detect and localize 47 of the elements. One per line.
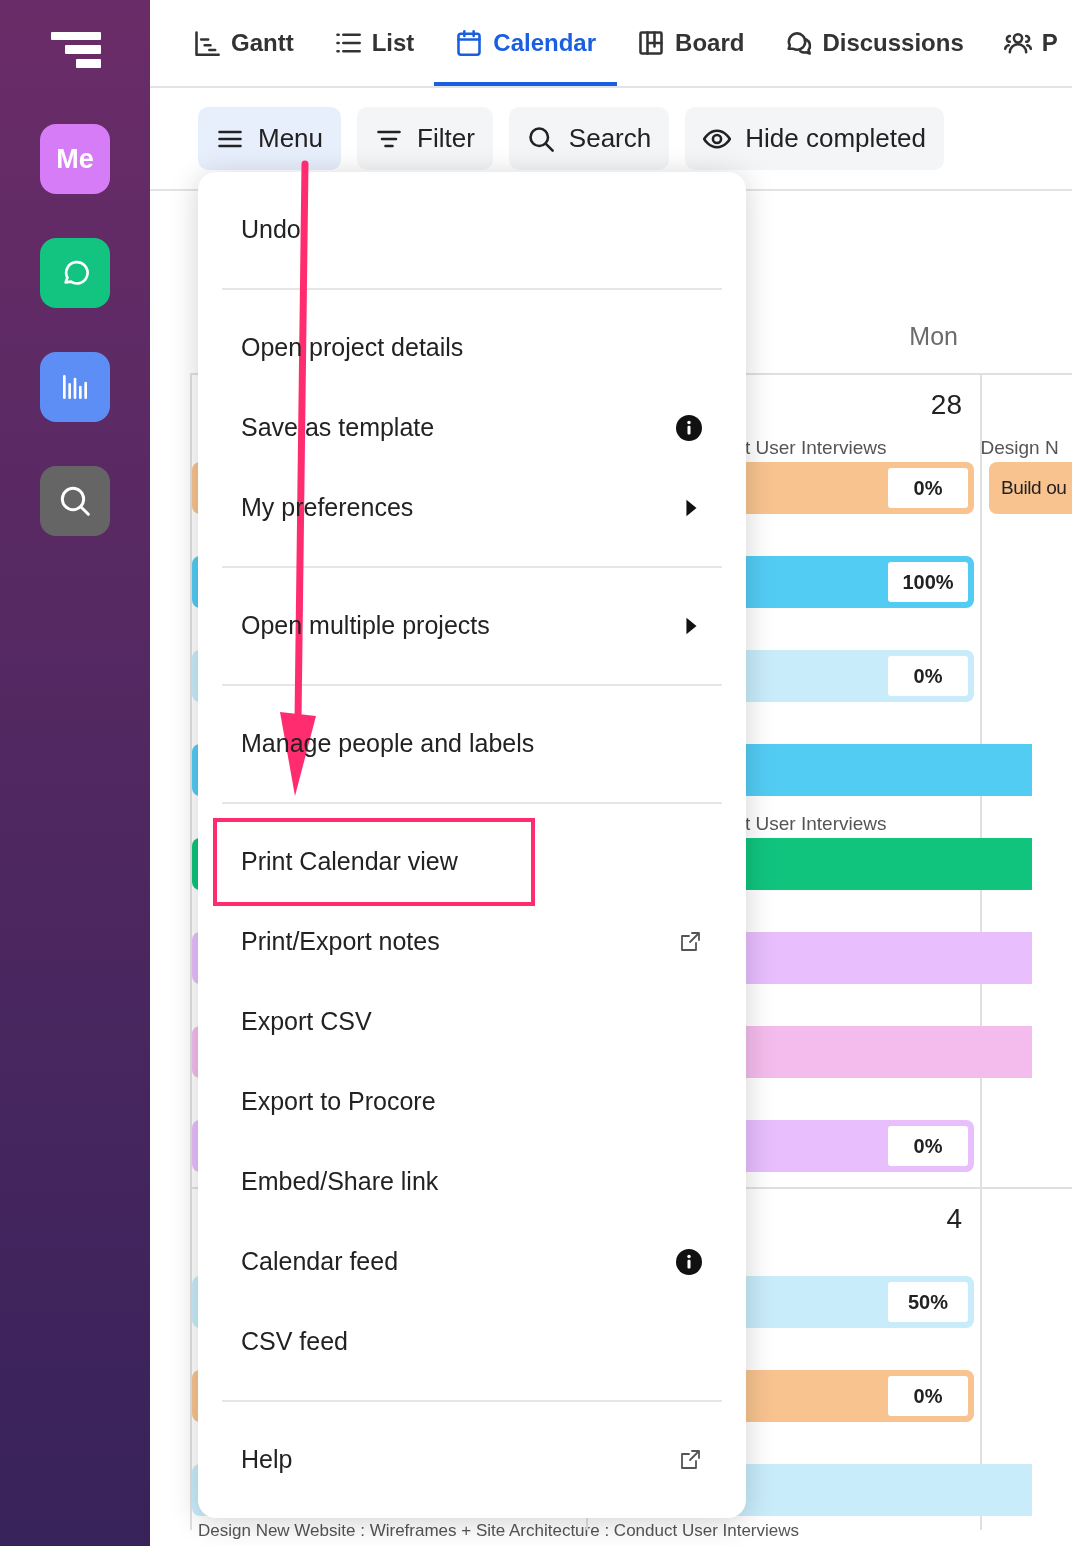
toolbar-button[interactable]: Hide completed	[685, 107, 944, 170]
menu-item[interactable]: Help	[222, 1420, 722, 1500]
toolbar-button[interactable]: Search	[508, 107, 670, 170]
day-number: 4	[945, 1201, 962, 1236]
view-tab[interactable]: List	[313, 0, 435, 86]
percent-label: 0%	[888, 1126, 968, 1166]
external-link-icon	[678, 930, 702, 954]
toolbar-button[interactable]: Menu	[198, 107, 342, 170]
percent-label: 0%	[888, 656, 968, 696]
search-icon	[526, 124, 555, 153]
percent-label: 100%	[888, 562, 968, 602]
event-bar[interactable]: Build ou	[989, 462, 1072, 514]
search-button[interactable]	[40, 466, 110, 536]
logo-icon[interactable]	[50, 32, 101, 68]
menu-item[interactable]: CSV feed	[222, 1302, 368, 1382]
view-tab[interactable]: Calendar	[434, 0, 618, 86]
toolbar-button[interactable]: Filter	[357, 107, 493, 170]
reports-button[interactable]	[40, 352, 110, 422]
view-tab[interactable]: Discussions	[764, 0, 984, 86]
day-header: Mon	[908, 321, 958, 353]
external-link-icon	[678, 1448, 702, 1472]
menu-item[interactable]: Export CSV	[222, 982, 392, 1062]
calendar-icon	[455, 28, 484, 57]
event-label: t User Interviews	[745, 436, 887, 460]
event-label: Design N	[980, 436, 1059, 460]
view-tab[interactable]: Board	[617, 0, 765, 86]
percent-label: 0%	[888, 1376, 968, 1416]
event-label: Design New Website : Wireframes + Site Architecture : Conduct User Interviews	[198, 1522, 801, 1539]
info-icon	[676, 415, 702, 441]
menu-item[interactable]: Save as template	[222, 388, 722, 468]
gantt-icon	[193, 28, 221, 57]
menu-item[interactable]: Print Calendar view	[222, 822, 478, 902]
menu-item[interactable]: Calendar feed	[222, 1222, 722, 1302]
view-tab[interactable]: Gantt	[173, 0, 314, 86]
event-label: t User Interviews	[745, 812, 887, 836]
view-tab[interactable]: P	[983, 0, 1072, 86]
day-number: 28	[929, 387, 962, 422]
chat-button[interactable]	[40, 238, 110, 308]
menu-item[interactable]: Print/Export notes	[222, 902, 722, 982]
percent-label: 0%	[888, 468, 968, 508]
percent-label: 50%	[888, 1282, 968, 1322]
info-icon	[676, 1249, 702, 1275]
board-icon	[637, 28, 666, 57]
menu-item[interactable]: Export to Procore	[222, 1062, 456, 1142]
search-icon	[59, 485, 91, 517]
menu-item[interactable]: Undo	[222, 190, 321, 270]
menu-item[interactable]: Embed/Share link	[222, 1142, 459, 1222]
